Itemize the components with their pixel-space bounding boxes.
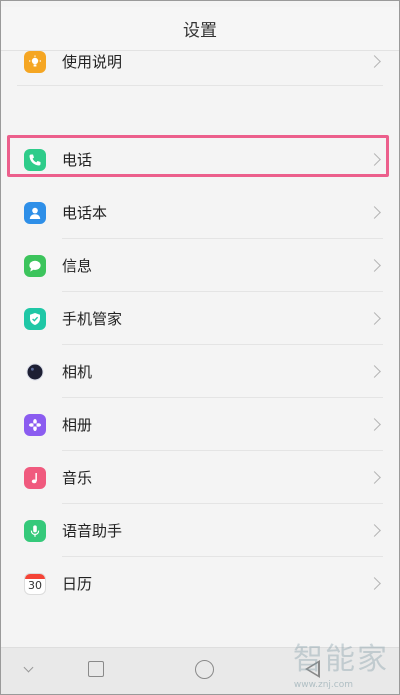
settings-item-contacts[interactable]: 电话本 xyxy=(1,186,399,239)
settings-item-label: 日历 xyxy=(62,575,93,593)
settings-item-camera[interactable]: 相机 xyxy=(1,345,399,398)
settings-item-label: 语音助手 xyxy=(62,522,123,540)
chevron-right-icon xyxy=(368,418,381,431)
chevron-right-icon xyxy=(368,206,381,219)
settings-item-phone-manager[interactable]: 手机管家 xyxy=(1,292,399,345)
chevron-right-icon xyxy=(368,524,381,537)
settings-item-manual[interactable]: 使用说明 xyxy=(1,35,399,88)
settings-item-label: 电话 xyxy=(62,151,93,169)
settings-item-label: 使用说明 xyxy=(62,53,123,71)
settings-item-music[interactable]: 音乐 xyxy=(1,451,399,504)
settings-item-calendar[interactable]: 30 日历 xyxy=(1,557,399,610)
settings-item-label: 电话本 xyxy=(62,204,108,222)
lightbulb-icon xyxy=(24,50,46,73)
chevron-right-icon xyxy=(368,365,381,378)
microphone-icon xyxy=(24,519,46,542)
settings-item-phone[interactable]: 电话 xyxy=(1,133,399,186)
chevron-down-icon[interactable] xyxy=(23,662,34,673)
chevron-right-icon xyxy=(368,471,381,484)
calendar-icon: 30 xyxy=(24,572,46,595)
chevron-right-icon xyxy=(368,577,381,590)
chevron-right-icon xyxy=(368,312,381,325)
phone-screen: 设置 使用说明 电话 电话本 信息 手机管家 相机 相册 音乐 语音助手 30 … xyxy=(0,0,400,695)
music-note-icon xyxy=(24,466,46,489)
message-icon xyxy=(24,254,46,277)
contact-icon xyxy=(24,201,46,224)
phone-icon xyxy=(24,148,46,171)
shield-icon xyxy=(24,307,46,330)
flower-icon xyxy=(24,413,46,436)
calendar-day: 30 xyxy=(28,578,42,592)
recent-apps-button[interactable] xyxy=(88,661,104,677)
settings-item-album[interactable]: 相册 xyxy=(1,398,399,451)
settings-item-label: 相机 xyxy=(62,363,93,381)
home-button[interactable] xyxy=(195,660,214,679)
camera-lens-icon xyxy=(24,361,46,383)
watermark-url: www.znj.com xyxy=(293,680,353,690)
settings-item-label: 手机管家 xyxy=(62,310,123,328)
settings-item-messages[interactable]: 信息 xyxy=(1,239,399,292)
chevron-right-icon xyxy=(368,55,381,68)
settings-item-label: 音乐 xyxy=(62,469,93,487)
divider xyxy=(17,85,383,86)
settings-item-label: 相册 xyxy=(62,416,93,434)
watermark-logo: 智能家 xyxy=(293,642,389,677)
chevron-right-icon xyxy=(368,259,381,272)
settings-item-label: 信息 xyxy=(62,257,93,275)
chevron-right-icon xyxy=(368,153,381,166)
settings-item-voice-assistant[interactable]: 语音助手 xyxy=(1,504,399,557)
